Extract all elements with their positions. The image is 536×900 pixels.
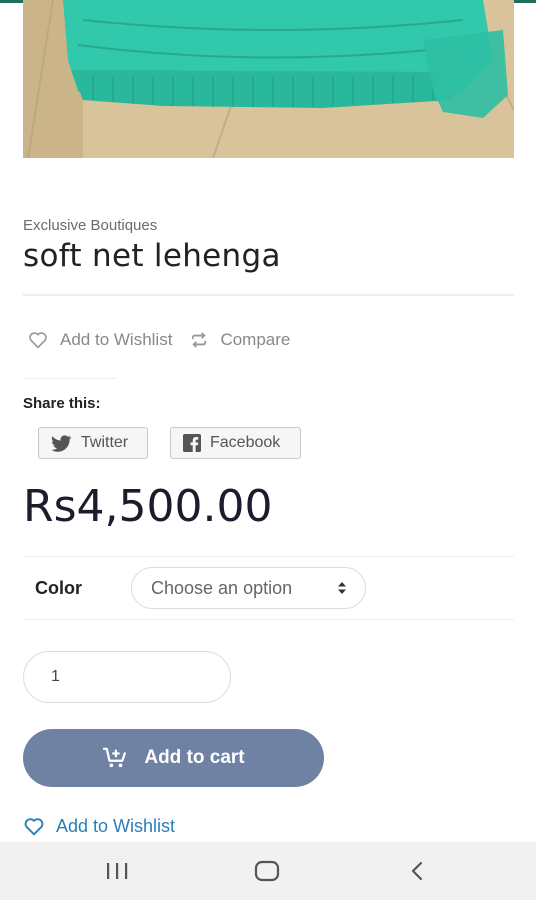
color-label: Color	[35, 578, 82, 598]
sort-arrows-icon	[337, 581, 347, 595]
divider	[23, 619, 514, 620]
product-price: Rs4,500.00	[23, 481, 273, 532]
facebook-label: Facebook	[210, 434, 281, 451]
compare-label: Compare	[220, 330, 291, 349]
compare-button[interactable]: Compare	[190, 330, 290, 350]
nav-home-button[interactable]	[227, 842, 307, 900]
twitter-bird-icon	[51, 434, 72, 452]
cart-plus-icon	[103, 747, 127, 768]
nav-recents-button[interactable]	[77, 842, 157, 900]
share-label: Share this:	[23, 395, 101, 412]
product-brand[interactable]: Exclusive Boutiques	[23, 217, 157, 234]
quantity-value: 1	[51, 668, 60, 685]
color-select-value: Choose an option	[151, 577, 293, 598]
compare-arrows-icon	[192, 332, 207, 348]
facebook-icon	[183, 434, 201, 452]
back-icon	[411, 861, 423, 881]
quantity-input[interactable]: 1	[23, 651, 231, 703]
heart-icon	[24, 818, 44, 836]
add-to-cart-button[interactable]: Add to cart	[23, 729, 324, 787]
product-title: soft net lehenga	[23, 238, 281, 274]
divider	[23, 556, 514, 557]
wishlist-compare-row: Add to Wishlist Compare	[28, 330, 290, 350]
system-navigation-bar	[0, 842, 536, 900]
facebook-share-button[interactable]: Facebook	[170, 427, 301, 459]
heart-icon	[29, 332, 47, 349]
home-icon	[254, 860, 280, 882]
nav-back-button[interactable]	[377, 842, 457, 900]
twitter-label: Twitter	[81, 434, 129, 451]
divider	[23, 378, 116, 379]
product-image[interactable]	[23, 0, 514, 158]
add-to-wishlist-button[interactable]: Add to Wishlist	[28, 330, 172, 350]
wishlist-link-label: Add to Wishlist	[56, 816, 176, 836]
add-to-wishlist-link[interactable]: Add to Wishlist	[23, 816, 175, 837]
add-to-cart-label: Add to cart	[144, 747, 245, 768]
recents-icon	[107, 863, 128, 879]
color-select[interactable]: Choose an option	[131, 567, 366, 609]
divider	[23, 294, 514, 296]
twitter-share-button[interactable]: Twitter	[38, 427, 148, 459]
wishlist-label: Add to Wishlist	[60, 330, 173, 349]
